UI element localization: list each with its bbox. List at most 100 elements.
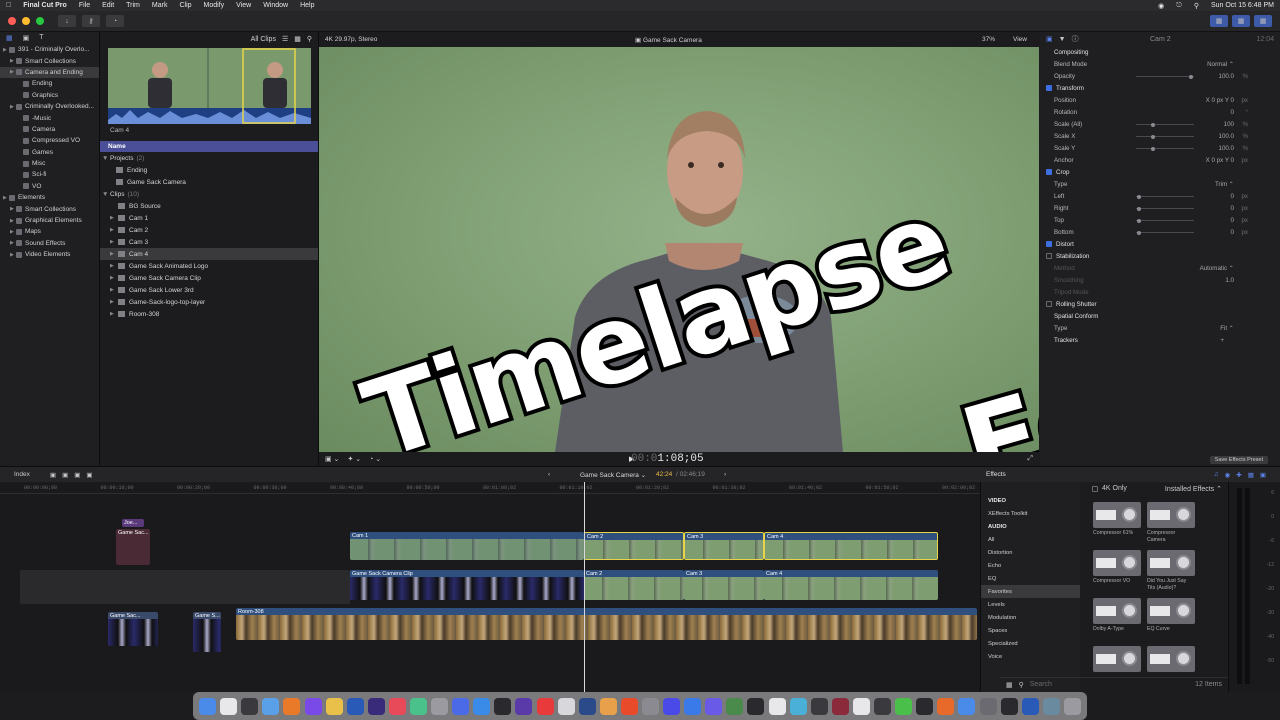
- slider-knob[interactable]: [1136, 194, 1141, 199]
- effects-category-item[interactable]: Spaces: [981, 624, 1080, 637]
- inspector-row-value[interactable]: 1.0: [1225, 277, 1234, 284]
- effect-tile[interactable]: Compressor Camera: [1147, 502, 1195, 543]
- history-forward-icon[interactable]: ›: [724, 471, 726, 478]
- keywords-button[interactable]: ⚷: [82, 15, 100, 27]
- audio-skimming-icon[interactable]: ♫: [1214, 471, 1219, 479]
- effects-category-item[interactable]: Echo: [981, 559, 1080, 572]
- sidebar-item[interactable]: ▶ Camera and Ending: [0, 66, 99, 79]
- inspector-row[interactable]: Anchor X 0 px Y 0 px: [1040, 154, 1280, 166]
- clip-item[interactable]: BG Source: [100, 200, 318, 212]
- dock-app-icon[interactable]: [726, 697, 744, 715]
- dock-app-icon[interactable]: [220, 697, 238, 715]
- background-tasks-button[interactable]: ◔: [106, 15, 124, 27]
- inspector-row[interactable]: Type Trim ⌃: [1040, 178, 1280, 190]
- titles-tab-icon[interactable]: T: [39, 34, 43, 42]
- dock-app-icon[interactable]: [979, 697, 997, 715]
- disclosure-triangle-icon[interactable]: ▶: [110, 311, 118, 317]
- effects-sidebar-toggle-icon[interactable]: ▦: [1006, 681, 1013, 689]
- search-icon[interactable]: ⚲: [307, 35, 312, 43]
- timeline-ruler[interactable]: 00:00:00;00 00:00:10;00 00:00:20;00 00:00:3…: [0, 482, 980, 494]
- sidebar-item[interactable]: Ending: [0, 78, 99, 89]
- clip-cam-2-angle[interactable]: Cam 2: [584, 570, 684, 600]
- fullscreen-icon[interactable]: ⤢: [1027, 455, 1033, 463]
- slider-knob[interactable]: [1189, 74, 1194, 79]
- index-button[interactable]: Index: [14, 471, 30, 478]
- effect-tile[interactable]: [1093, 646, 1141, 674]
- enhance-tool-icon[interactable]: ✦ ⌄: [347, 455, 361, 463]
- sidebar-item[interactable]: ▶ Video Elements: [0, 249, 99, 260]
- dock-app-icon[interactable]: [1021, 697, 1039, 715]
- value-slider[interactable]: [1136, 122, 1194, 127]
- menu-help[interactable]: Help: [300, 2, 314, 9]
- overwrite-edit-icon[interactable]: ▣: [86, 471, 92, 479]
- sidebar-item[interactable]: Camera: [0, 124, 99, 135]
- menu-file[interactable]: File: [79, 2, 90, 9]
- value-slider[interactable]: [1136, 218, 1194, 223]
- project-item[interactable]: Ending: [100, 164, 318, 176]
- inspector-row-value[interactable]: Automatic ⌃: [1200, 265, 1234, 272]
- video-frame[interactable]: Timelapse Edit: [319, 47, 1039, 452]
- project-item[interactable]: Game Sack Camera: [100, 176, 318, 188]
- effect-tile[interactable]: Compressor VO: [1093, 550, 1141, 585]
- sidebar-item[interactable]: VO: [0, 181, 99, 192]
- clip-cam-4-angle[interactable]: Cam 4: [764, 570, 938, 600]
- inspector-row[interactable]: Blend Mode Normal ⌃: [1040, 58, 1280, 70]
- dock-app-icon[interactable]: [431, 697, 449, 715]
- inspector-row[interactable]: Bottom 0 px: [1040, 226, 1280, 238]
- photos-tab-icon[interactable]: ▣: [23, 34, 30, 42]
- disclosure-triangle-icon[interactable]: ▶: [110, 215, 118, 221]
- slider-knob[interactable]: [1151, 134, 1156, 139]
- close-window-button[interactable]: [8, 17, 16, 25]
- dock-app-icon[interactable]: [346, 697, 364, 715]
- insert-edit-icon[interactable]: ▣: [62, 471, 68, 479]
- inspector-row[interactable]: Tripod Mode: [1040, 286, 1280, 298]
- installed-effects-menu[interactable]: Installed Effects ⌃: [1165, 485, 1222, 493]
- inspector-row-value[interactable]: 0: [1231, 217, 1234, 224]
- dock-app-icon[interactable]: [199, 697, 217, 715]
- dock-app-icon[interactable]: [367, 697, 385, 715]
- libraries-tab-icon[interactable]: ▦: [6, 34, 13, 42]
- slider-knob[interactable]: [1151, 122, 1156, 127]
- menu-modify[interactable]: Modify: [204, 2, 225, 9]
- clip-room-308[interactable]: Room-308: [236, 608, 977, 640]
- clip-item[interactable]: ▶ Cam 2: [100, 224, 318, 236]
- effects-browser-icon[interactable]: ▣: [1260, 471, 1266, 479]
- inspector-row[interactable]: Opacity 100.0%: [1040, 70, 1280, 82]
- effects-category-item[interactable]: EQ: [981, 572, 1080, 585]
- dock-app-icon[interactable]: [262, 697, 280, 715]
- dock-app-icon[interactable]: [1063, 697, 1081, 715]
- sidebar-item[interactable]: Misc: [0, 158, 99, 169]
- effect-tile[interactable]: EQ Curve: [1147, 598, 1195, 633]
- disclosure-triangle-icon[interactable]: ▶: [110, 299, 118, 305]
- inspector-row[interactable]: Scale (All) 100%: [1040, 118, 1280, 130]
- value-slider[interactable]: [1136, 146, 1194, 151]
- transform-tool-icon[interactable]: ▣ ⌄: [325, 455, 339, 463]
- inspector-row-value[interactable]: 0: [1231, 229, 1234, 236]
- inspector-toggle-button[interactable]: ▦: [1254, 15, 1272, 27]
- clips-group[interactable]: ▼ Clips (10): [100, 188, 318, 200]
- dock-app-icon[interactable]: [557, 697, 575, 715]
- inspector-row[interactable]: Spatial Conform: [1040, 310, 1280, 322]
- inspector-row-value[interactable]: Normal ⌃: [1207, 61, 1234, 68]
- info-inspector-tab-icon[interactable]: ⓘ: [1072, 34, 1079, 44]
- wifi-icon[interactable]: ◉: [1158, 2, 1164, 10]
- slider-knob[interactable]: [1136, 230, 1141, 235]
- dock-app-icon[interactable]: [473, 697, 491, 715]
- inspector-row[interactable]: Rotation 0 °: [1040, 106, 1280, 118]
- clip-cam-3-angle[interactable]: Cam 3: [684, 570, 764, 600]
- effects-category-item[interactable]: Specialized: [981, 637, 1080, 650]
- disclosure-triangle-icon[interactable]: ▼: [102, 191, 110, 198]
- sidebar-item[interactable]: ▶ 391 - Criminally Overlo...: [0, 44, 99, 55]
- dock-app-icon[interactable]: [958, 697, 976, 715]
- dock-app-icon[interactable]: [388, 697, 406, 715]
- effects-category-item[interactable]: Voice: [981, 650, 1080, 663]
- enable-checkbox[interactable]: [1046, 169, 1052, 175]
- clip-game-sac[interactable]: Game Sac...: [108, 612, 158, 646]
- timecode-display[interactable]: 00:01:08;05: [631, 453, 704, 465]
- projects-group[interactable]: ▼ Projects (2): [100, 152, 318, 164]
- effects-category-item[interactable]: XEffects Toolkit: [981, 507, 1080, 520]
- dock-app-icon[interactable]: [536, 697, 554, 715]
- dock-app-icon[interactable]: [895, 697, 913, 715]
- clip-filter-menu[interactable]: All Clips: [251, 36, 276, 43]
- inspector-row[interactable]: Type Fit ⌃: [1040, 322, 1280, 334]
